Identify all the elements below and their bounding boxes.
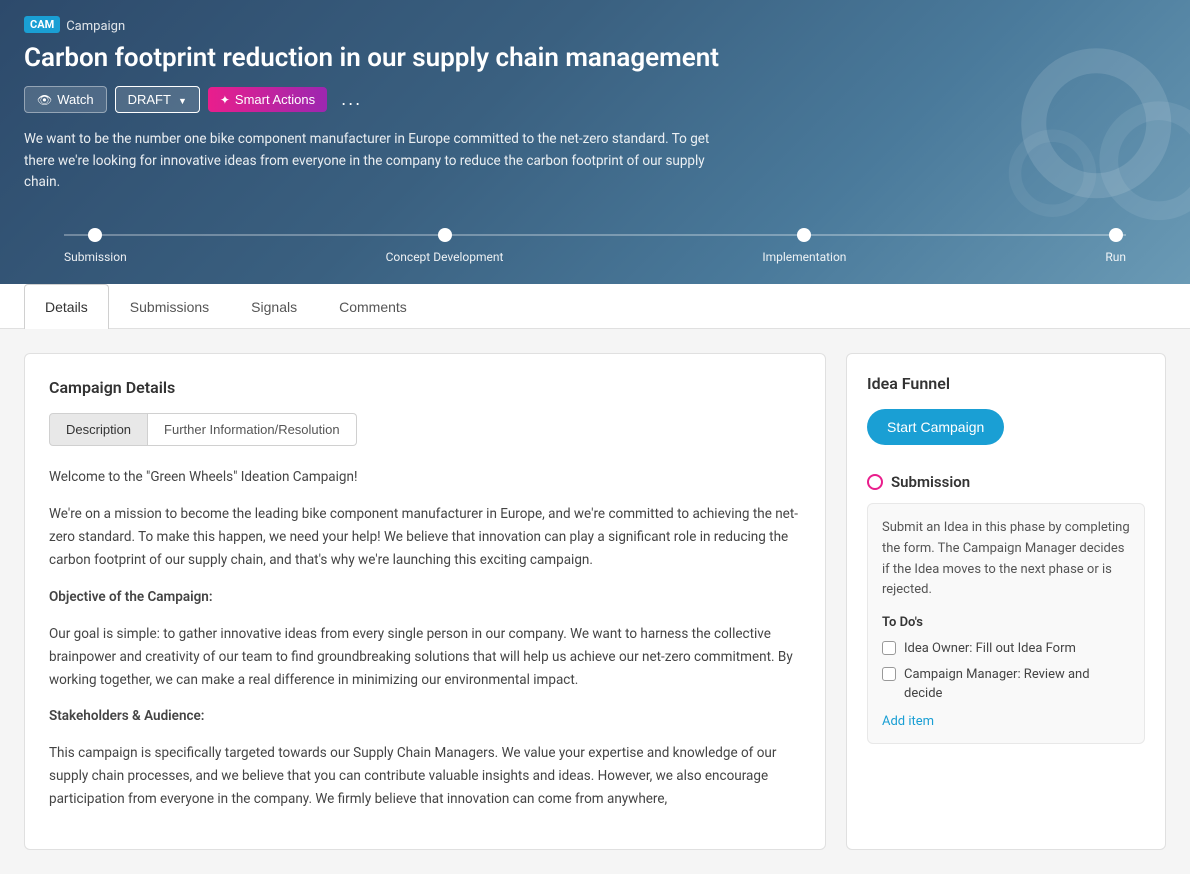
description-content: Welcome to the "Green Wheels" Ideation C… xyxy=(49,466,801,811)
page-title: Carbon footprint reduction in our supply… xyxy=(24,43,1166,74)
idea-funnel-panel: Idea Funnel Start Campaign Submission Su… xyxy=(846,353,1166,850)
progress-step-submission: Submission xyxy=(64,236,127,264)
phase-card: Submit an Idea in this phase by completi… xyxy=(867,503,1145,744)
campaign-details-title: Campaign Details xyxy=(49,378,801,397)
smart-icon xyxy=(220,92,230,107)
description-para-2: We're on a mission to become the leading… xyxy=(49,503,801,572)
step-dot xyxy=(797,228,811,242)
tab-submissions[interactable]: Submissions xyxy=(109,284,230,329)
progress-step-concept: Concept Development xyxy=(386,236,504,264)
step-label-implementation: Implementation xyxy=(762,250,846,264)
todo-item-1: Idea Owner: Fill out Idea Form xyxy=(882,640,1130,658)
idea-funnel-title: Idea Funnel xyxy=(867,374,1145,393)
phase-description: Submit an Idea in this phase by completi… xyxy=(882,518,1130,601)
todos-title: To Do's xyxy=(882,615,1130,630)
hero-description: We want to be the number one bike compon… xyxy=(24,129,724,194)
main-tabs: Details Submissions Signals Comments xyxy=(24,284,1166,328)
description-para-6: This campaign is specifically targeted t… xyxy=(49,742,801,811)
cam-badge: CAM xyxy=(24,16,60,33)
hero-section: CAM Campaign Carbon footprint reduction … xyxy=(0,0,1190,284)
step-dot xyxy=(88,228,102,242)
tab-signals[interactable]: Signals xyxy=(230,284,318,329)
watch-button[interactable]: Watch xyxy=(24,86,107,113)
smart-actions-button[interactable]: Smart Actions xyxy=(208,87,327,112)
todo-checkbox-2[interactable] xyxy=(882,667,896,681)
eye-icon xyxy=(37,92,52,107)
step-label-concept: Concept Development xyxy=(386,250,504,264)
sub-tab-further-info[interactable]: Further Information/Resolution xyxy=(148,413,357,446)
chevron-down-icon xyxy=(176,92,187,107)
sub-tabs: Description Further Information/Resoluti… xyxy=(49,413,801,446)
more-options-button[interactable]: ... xyxy=(335,87,368,112)
todo-checkbox-1[interactable] xyxy=(882,641,896,655)
description-para-3: Objective of the Campaign: xyxy=(49,586,801,609)
hero-actions: Watch DRAFT Smart Actions ... xyxy=(24,86,1166,113)
todo-text-2: Campaign Manager: Review and decide xyxy=(904,666,1130,702)
progress-step-implementation: Implementation xyxy=(762,236,846,264)
start-campaign-button[interactable]: Start Campaign xyxy=(867,409,1004,445)
main-content: Campaign Details Description Further Inf… xyxy=(0,329,1190,874)
campaign-label: Campaign xyxy=(66,19,125,34)
campaign-details-panel: Campaign Details Description Further Inf… xyxy=(24,353,826,850)
tab-details[interactable]: Details xyxy=(24,284,109,329)
phase-header: Submission xyxy=(867,473,1145,491)
phase-name: Submission xyxy=(891,473,970,491)
tab-comments[interactable]: Comments xyxy=(318,284,428,329)
tabs-section: Details Submissions Signals Comments xyxy=(0,284,1190,329)
step-dot xyxy=(438,228,452,242)
progress-dots: Submission Concept Development Implement… xyxy=(64,236,1126,264)
step-label-run: Run xyxy=(1105,250,1126,264)
progress-step-run: Run xyxy=(1105,236,1126,264)
progress-section: Submission Concept Development Implement… xyxy=(24,218,1166,284)
todo-text-1: Idea Owner: Fill out Idea Form xyxy=(904,640,1076,658)
add-item-link[interactable]: Add item xyxy=(882,714,934,729)
description-para-4: Our goal is simple: to gather innovative… xyxy=(49,623,801,692)
step-dot xyxy=(1109,228,1123,242)
sub-tab-description[interactable]: Description xyxy=(49,413,148,446)
step-label-submission: Submission xyxy=(64,250,127,264)
todo-item-2: Campaign Manager: Review and decide xyxy=(882,666,1130,702)
description-para-5: Stakeholders & Audience: xyxy=(49,705,801,728)
draft-button[interactable]: DRAFT xyxy=(115,86,200,113)
description-para-1: Welcome to the "Green Wheels" Ideation C… xyxy=(49,466,801,489)
phase-dot xyxy=(867,474,883,490)
funnel-phase-submission: Submission Submit an Idea in this phase … xyxy=(867,473,1145,744)
